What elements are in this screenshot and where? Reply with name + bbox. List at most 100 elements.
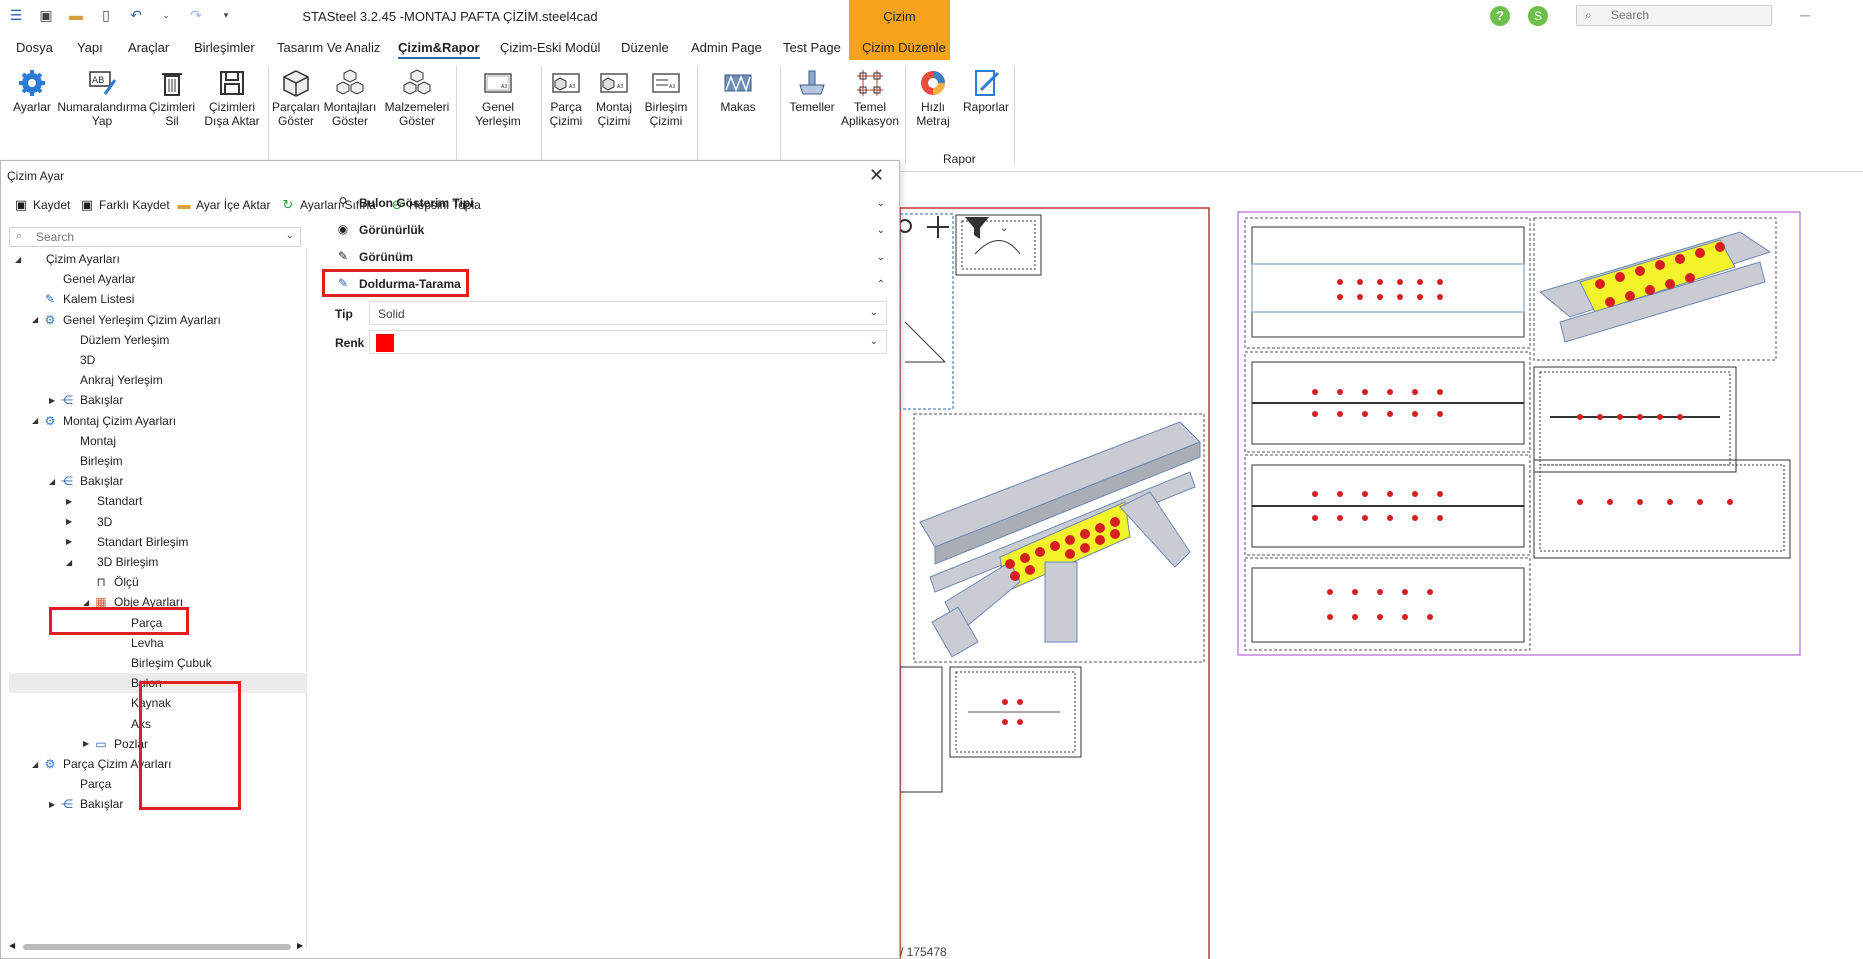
svg-text:AB: AB (92, 76, 104, 86)
ribbon-disa-aktar-button[interactable]: Çizimleri Dışa Aktar (200, 68, 264, 128)
sheet-icon: A3 (484, 73, 512, 93)
ribbon-raporlar-button[interactable]: Raporlar (960, 68, 1012, 114)
expand-arrow-icon[interactable]: ▶ (83, 739, 93, 748)
tree-search[interactable]: ⌕ ⌄ (9, 227, 301, 247)
grid-icon (857, 70, 883, 96)
tree-item-label: 3D Birleşim (97, 555, 159, 569)
tree-item[interactable]: ▶ 3D (9, 512, 307, 532)
tree-item[interactable]: ▶ ⋲ Bakışlar (9, 390, 307, 410)
menu-admin[interactable]: Admin Page (691, 40, 762, 55)
ribbon-ayarlar-button[interactable]: Ayarlar (10, 68, 54, 114)
ribbon-malzemeleri-goster-button[interactable]: Malzemeleri Göster (384, 68, 450, 128)
collapse-arrow-icon[interactable]: ◢ (32, 760, 42, 769)
renk-color-picker[interactable]: ⌄ (369, 330, 887, 354)
collapse-arrow-icon[interactable]: ◢ (32, 315, 42, 324)
tree-item[interactable]: Düzlem Yerleşim (9, 330, 307, 350)
ribbon-separator (905, 66, 906, 164)
menu-cizim-duzenle[interactable]: Çizim Düzenle (862, 40, 946, 55)
menu-tasarim[interactable]: Tasarım Ve Analiz (277, 40, 380, 55)
ribbon-numaralandirma-button[interactable]: AB Numaralandırma Yap (56, 68, 148, 128)
scrollbar-thumb[interactable] (23, 944, 291, 950)
close-icon[interactable]: ✕ (869, 165, 884, 186)
expand-arrow-icon[interactable]: ▶ (66, 497, 76, 506)
tree-item[interactable]: ✎ Kalem Listesi (9, 289, 307, 309)
kaydet-button[interactable]: ▣ Kaydet (13, 197, 71, 213)
tip-select[interactable]: Solid ⌄ (369, 301, 887, 325)
ribbon-montaj-cizimi-button[interactable]: A3 Montaj Çizimi (592, 68, 636, 128)
ribbon-montajlari-goster-button[interactable]: Montajları Göster (322, 68, 378, 128)
menu-birlesimler[interactable]: Birleşimler (194, 40, 255, 55)
section-doldurma-tarama[interactable]: ✎ Doldurma-Tarama ⌃ (321, 271, 893, 297)
tree-item-label: Montaj (80, 433, 117, 448)
collapse-arrow-icon[interactable]: ◢ (32, 416, 42, 425)
minimize-icon[interactable]: ─ (1800, 7, 1810, 23)
tree-item-label: Parça (80, 777, 112, 792)
collapse-arrow-icon[interactable]: ◢ (66, 558, 76, 567)
tree-item[interactable]: Birleşim Çubuk (9, 653, 307, 673)
scroll-left-icon[interactable]: ◀ (9, 941, 15, 950)
farkli-kaydet-button[interactable]: ▣ Farklı Kaydet (79, 197, 170, 213)
collapse-arrow-icon[interactable]: ◢ (49, 477, 59, 486)
avatar[interactable]: S (1528, 6, 1548, 26)
menu-test[interactable]: Test Page (783, 40, 841, 55)
scroll-right-icon[interactable]: ▶ (297, 941, 303, 950)
menu-cizim-rapor[interactable]: Çizim&Rapor (398, 40, 480, 59)
search-input[interactable] (1611, 8, 1761, 22)
expand-arrow-icon[interactable]: ▶ (66, 537, 76, 546)
expand-arrow-icon[interactable]: ▶ (66, 517, 76, 526)
tree-item[interactable]: Ankraj Yerleşim (9, 370, 307, 390)
ribbon-temel-aplikasyon-button[interactable]: Temel Aplikasyon (838, 68, 902, 128)
ribbon-makas-button[interactable]: Makas (716, 68, 760, 114)
tree-horizontal-scrollbar[interactable]: ◀ ▶ (9, 941, 307, 953)
tree-item[interactable]: ▶ Standart (9, 491, 307, 511)
ayar-ice-aktar-button[interactable]: ▬ Ayar İçe Aktar (176, 197, 271, 213)
collapse-arrow-icon[interactable]: ◢ (83, 598, 93, 607)
ribbon-parcalari-goster-button[interactable]: Parçaları Göster (272, 68, 320, 128)
collapse-arrow-icon[interactable]: ◢ (15, 255, 25, 264)
tree-item[interactable]: Genel Ayarlar (9, 269, 307, 289)
ribbon-birlesim-cizimi-button[interactable]: A3 Birleşim Çizimi (640, 68, 692, 128)
menu-araclar[interactable]: Araçlar (128, 40, 169, 55)
sheet-icon: A3 (652, 73, 680, 93)
tree-item[interactable]: ◢ ⚙ Montaj Çizim Ayarları (9, 411, 307, 431)
tree-item-label: Birleşim (80, 454, 123, 468)
search-icon: ⌕ (16, 230, 23, 242)
tree-item[interactable]: ◢ 3D Birleşim (9, 552, 307, 572)
menu-dosya[interactable]: Dosya (16, 40, 53, 55)
expand-arrow-icon[interactable]: ▶ (49, 396, 59, 405)
expand-arrow-icon[interactable]: ▶ (49, 800, 59, 809)
numbering-icon: AB (89, 71, 117, 95)
tree-item[interactable]: Montaj (9, 431, 307, 451)
tree-search-input[interactable] (36, 230, 266, 244)
menu-cizim-eski[interactable]: Çizim-Eski Modül (500, 40, 600, 55)
tree-item[interactable]: ◢ ⋲ Bakışlar (9, 471, 307, 491)
tree-item[interactable]: ▶ Standart Birleşim (9, 532, 307, 552)
chevron-down-icon[interactable]: ⌄ (286, 230, 294, 241)
tree-item-label: Standart (97, 494, 143, 509)
menu-duzenle[interactable]: Düzenle (621, 40, 669, 55)
tree-item[interactable]: ◢ Çizim Ayarları (9, 249, 307, 269)
ribbon-cizimleri-sil-button[interactable]: Çizimleri Sil (148, 68, 196, 128)
ribbon-genel-yerlesim-button[interactable]: A3 Genel Yerleşim (470, 68, 526, 128)
tree-item[interactable]: ⊓ Ölçü (9, 572, 307, 592)
truss-icon (724, 74, 752, 93)
menu-yapi[interactable]: Yapı (77, 40, 103, 55)
global-search[interactable]: ⌕ (1576, 5, 1772, 26)
tree-item[interactable]: Levha (9, 633, 307, 653)
help-icon[interactable]: ? (1490, 6, 1510, 26)
ribbon-parca-cizimi-button[interactable]: A3 Parça Çizimi (546, 68, 586, 128)
tree-item[interactable]: ◢ ⚙ Genel Yerleşim Çizim Ayarları (9, 310, 307, 330)
ribbon-hizli-metraj-button[interactable]: Hızlı Metraj (908, 68, 958, 128)
section-gorunurluk[interactable]: ◉ Görünürlük ⌄ (321, 217, 893, 243)
section-bulon-gosterim[interactable]: ⚲ Bulon Gösterim Tipi ⌄ (321, 190, 893, 216)
gear-icon: ⚙ (44, 312, 56, 327)
section-gorunum[interactable]: ✎ Görünüm ⌄ (321, 244, 893, 270)
ribbon-temeller-button[interactable]: Temeller (786, 68, 838, 114)
svg-text:A3: A3 (669, 84, 675, 90)
tree-item[interactable]: 3D (9, 350, 307, 370)
tree-item[interactable]: Birleşim (9, 451, 307, 471)
save-as-icon: ▣ (80, 197, 94, 212)
